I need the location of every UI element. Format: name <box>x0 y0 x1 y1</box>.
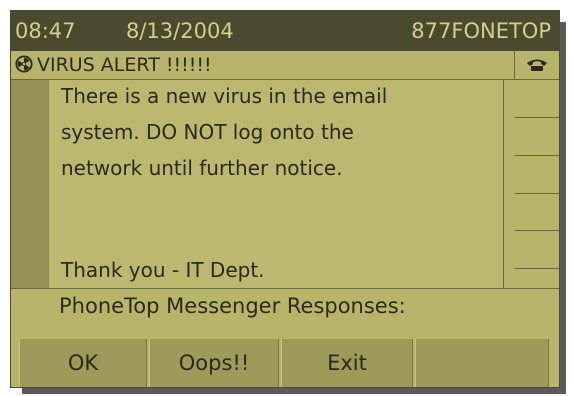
side-column <box>515 80 559 288</box>
side-divider <box>515 268 559 269</box>
ok-softkey[interactable]: OK <box>19 339 147 387</box>
exit-softkey[interactable]: Exit <box>281 339 413 387</box>
blank-softkey[interactable] <box>415 339 549 387</box>
alert-title: VIRUS ALERT !!!!!! <box>37 54 212 76</box>
status-date: 8/13/2004 <box>126 19 234 43</box>
responses-label: PhoneTop Messenger Responses: <box>59 294 406 318</box>
phone-icon <box>527 59 547 71</box>
side-divider <box>515 155 559 156</box>
message-line: There is a new virus in the email <box>61 84 388 108</box>
message-body: There is a new virus in the email system… <box>49 80 504 288</box>
message-margin <box>11 80 49 288</box>
status-time: 08:47 <box>15 19 76 43</box>
message-line: network until further notice. <box>61 156 343 180</box>
message-area: There is a new virus in the email system… <box>11 80 559 288</box>
phone-button[interactable] <box>514 51 559 79</box>
message-line: system. DO NOT log onto the <box>61 120 354 144</box>
message-line: Thank you - IT Dept. <box>61 258 265 282</box>
status-bar: 08:47 8/13/2004 877FONETOP <box>11 11 559 51</box>
side-divider <box>515 193 559 194</box>
phone-screen: 08:47 8/13/2004 877FONETOP VIRUS ALERT !… <box>10 10 560 388</box>
device-id: 877FONETOP <box>411 19 551 43</box>
oops-softkey[interactable]: Oops!! <box>149 339 279 387</box>
divider <box>11 288 559 289</box>
side-divider <box>515 117 559 118</box>
alert-header: VIRUS ALERT !!!!!! <box>11 51 559 80</box>
side-divider <box>515 230 559 231</box>
hazard-icon <box>15 55 33 73</box>
softkey-bar: OK Oops!! Exit <box>11 339 559 387</box>
